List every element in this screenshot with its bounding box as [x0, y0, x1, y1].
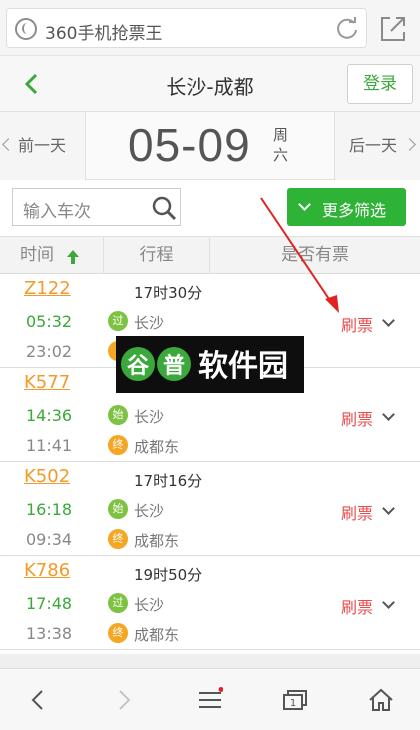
arrive-station: 成都东	[134, 626, 180, 644]
arrive-time: 09:34	[26, 530, 73, 549]
arrive-time: 13:38	[26, 624, 73, 643]
watermark-logo: 谷 普 软件园	[116, 336, 304, 393]
address-text: 360手机抢票王	[45, 24, 163, 44]
train-row[interactable]: K786 19时50分 17:48 13:38 过 终 长沙 成都东 刷票	[0, 556, 420, 650]
next-day-label: 后一天	[349, 136, 398, 155]
weekday-value: 六	[273, 146, 289, 164]
refresh-tickets-link[interactable]: 刷票	[341, 594, 373, 618]
globe-icon	[15, 18, 37, 40]
share-icon[interactable]	[378, 14, 408, 44]
chevron-right-icon	[403, 138, 416, 151]
filter-row: 输入车次 更多筛选	[0, 180, 420, 236]
pass-badge-icon: 过	[108, 311, 128, 331]
train-number[interactable]: K786	[24, 560, 70, 581]
column-header: 时间 行程 是否有票	[0, 236, 420, 275]
refresh-icon[interactable]	[334, 16, 360, 42]
next-day-button[interactable]: 后一天	[334, 112, 420, 180]
train-duration: 19时50分	[134, 566, 203, 584]
train-number[interactable]: K502	[24, 466, 70, 487]
sort-ascending-icon	[67, 250, 79, 264]
train-row[interactable]: K502 17时16分 16:18 09:34 始 终 长沙 成都东 刷票	[0, 462, 420, 556]
refresh-tickets-link[interactable]: 刷票	[341, 500, 373, 524]
arrive-station: 成都东	[134, 438, 180, 456]
chevron-down-icon[interactable]	[382, 596, 395, 609]
browser-toolbar: 360手机抢票王	[0, 0, 420, 56]
date-selector: 前一天 05-09 周 六 后一天	[0, 112, 420, 180]
search-icon[interactable]	[151, 195, 177, 221]
address-bar[interactable]: 360手机抢票王	[6, 8, 367, 48]
depart-station: 长沙	[134, 314, 165, 332]
depart-station: 长沙	[134, 408, 165, 426]
refresh-tickets-link[interactable]: 刷票	[341, 312, 373, 336]
depart-time: 14:36	[26, 406, 73, 425]
chevron-down-icon[interactable]	[382, 502, 395, 515]
svg-text:谷: 谷	[127, 354, 150, 379]
svg-text:1: 1	[290, 698, 296, 709]
depart-time: 16:18	[26, 500, 73, 519]
start-badge-icon: 始	[108, 499, 128, 519]
terminal-badge-icon: 终	[108, 529, 128, 549]
prev-day-label: 前一天	[18, 136, 67, 155]
depart-station: 长沙	[134, 596, 165, 614]
tabs-icon[interactable]: 1	[282, 687, 308, 713]
start-badge-icon: 始	[108, 405, 128, 425]
train-duration: 17时16分	[134, 472, 203, 490]
depart-time: 05:32	[26, 312, 73, 331]
chevron-left-icon	[2, 138, 15, 151]
depart-station: 长沙	[134, 502, 165, 520]
login-button[interactable]: 登录	[347, 64, 413, 104]
svg-text:普: 普	[163, 353, 185, 379]
back-icon[interactable]	[26, 687, 52, 713]
time-sort-header[interactable]: 时间	[0, 237, 104, 275]
title-bar: 长沙-成都 登录	[0, 56, 420, 112]
chevron-down-icon[interactable]	[382, 314, 395, 327]
weekday-label: 周	[273, 126, 289, 144]
svg-text:软件园: 软件园	[198, 349, 288, 384]
terminal-badge-icon: 终	[108, 623, 128, 643]
train-number[interactable]: K577	[24, 372, 70, 393]
terminal-badge-icon: 终	[108, 435, 128, 455]
depart-time: 17:48	[26, 594, 73, 613]
arrive-time: 23:02	[26, 342, 73, 361]
time-column-label: 时间	[20, 245, 54, 265]
home-icon[interactable]	[368, 687, 394, 713]
list-footer-spacer	[0, 654, 420, 668]
chevron-down-icon[interactable]	[382, 408, 395, 421]
arrive-time: 11:41	[26, 436, 73, 455]
arrive-station: 成都东	[134, 532, 180, 550]
menu-icon[interactable]	[197, 687, 223, 713]
train-number-input[interactable]: 输入车次	[12, 188, 181, 226]
annotation-arrow-icon	[260, 197, 339, 313]
prev-day-button[interactable]: 前一天	[0, 112, 86, 180]
current-date[interactable]: 05-09	[128, 118, 251, 172]
browser-bottom-nav: 1	[0, 668, 420, 730]
train-number[interactable]: Z122	[24, 278, 71, 299]
train-duration: 17时30分	[134, 284, 203, 302]
train-input-placeholder: 输入车次	[23, 202, 91, 222]
refresh-tickets-link[interactable]: 刷票	[341, 406, 373, 430]
forward-icon[interactable]	[110, 687, 136, 713]
route-column-header[interactable]: 行程	[104, 237, 210, 275]
pass-badge-icon: 过	[108, 593, 128, 613]
